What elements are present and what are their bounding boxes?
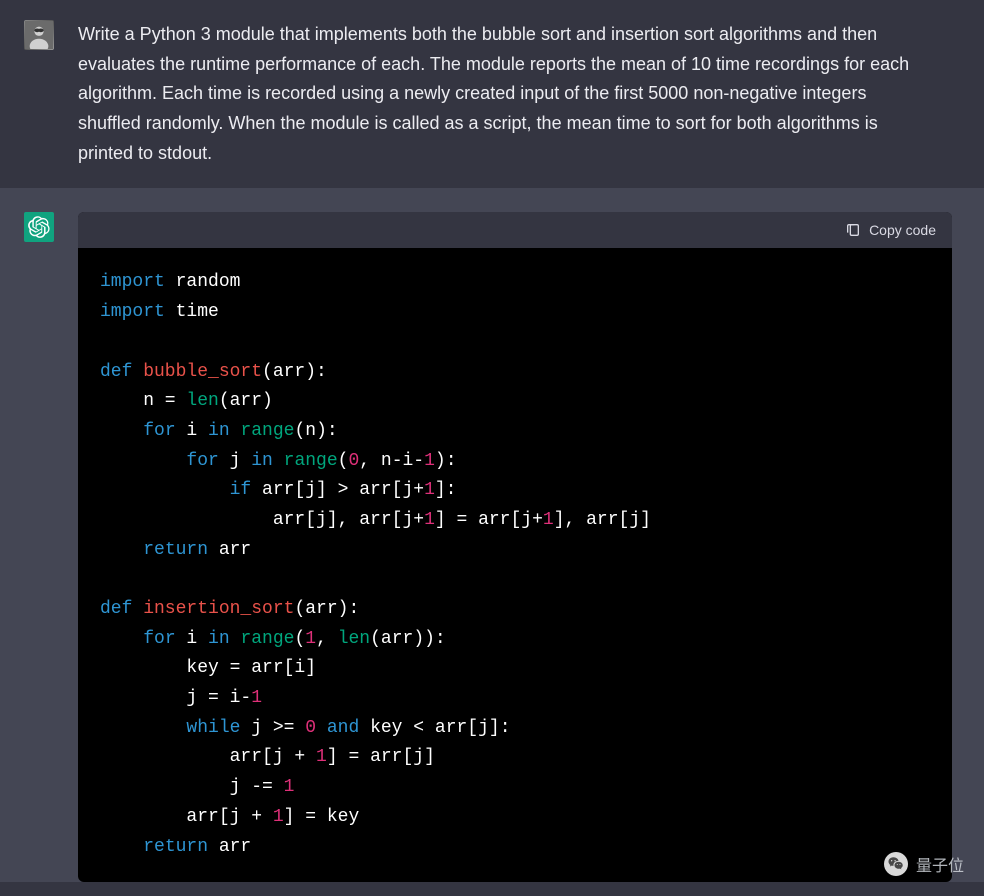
assistant-message-row: Copy code import random import time def … <box>0 188 984 882</box>
code-header: Copy code <box>78 212 952 248</box>
user-avatar <box>24 20 54 50</box>
assistant-avatar <box>24 212 54 242</box>
watermark: 量子位 <box>884 852 964 876</box>
clipboard-icon <box>845 222 861 238</box>
user-message-row: Write a Python 3 module that implements … <box>0 0 984 188</box>
copy-code-label: Copy code <box>869 222 936 238</box>
wechat-icon <box>884 852 908 876</box>
copy-code-button[interactable]: Copy code <box>845 222 936 238</box>
watermark-text: 量子位 <box>916 852 964 876</box>
openai-logo-icon <box>28 216 50 238</box>
code-block: Copy code import random import time def … <box>78 212 952 882</box>
user-avatar-image <box>25 21 53 49</box>
user-message-text: Write a Python 3 module that implements … <box>78 20 960 168</box>
code-content: import random import time def bubble_sor… <box>78 248 952 882</box>
